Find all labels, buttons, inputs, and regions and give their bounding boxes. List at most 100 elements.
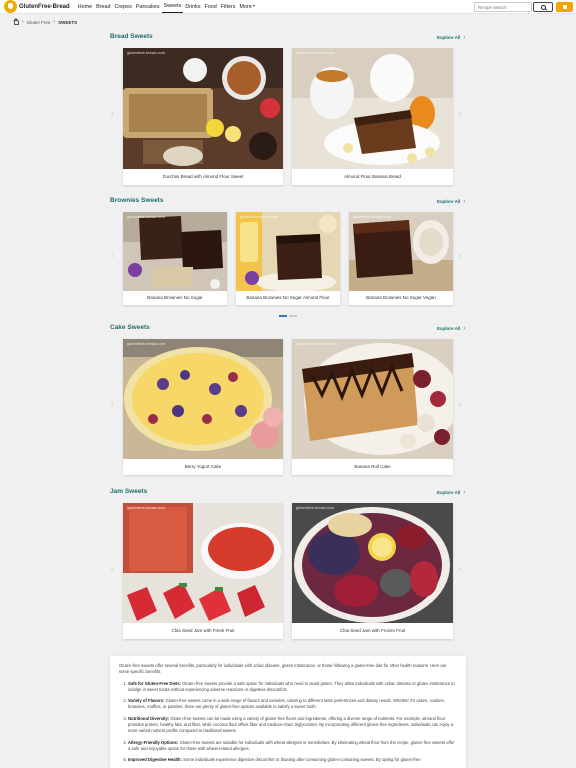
carousel-next-icon[interactable]: ›	[459, 111, 461, 118]
chevron-right-icon: ›	[463, 490, 466, 496]
recipe-title[interactable]: Banana Brownies No Sugar Vegan	[349, 291, 453, 305]
main-menu: Home Bread Crepes Pancakes Sweets Drinks…	[76, 0, 257, 14]
recipe-title[interactable]: Banana Roll Cake	[292, 459, 453, 475]
carousel-dot[interactable]	[279, 315, 287, 317]
carousel-pagination	[279, 315, 299, 317]
recipe-title[interactable]: Almond Flour Banana Bread	[292, 169, 453, 185]
site-logo[interactable]: GlutenFree-Bread	[4, 0, 70, 14]
section-title-brownies: Brownies Sweets	[110, 197, 164, 204]
benefit-title: Variety of Flavors:	[128, 698, 165, 704]
carousel-next-icon[interactable]: ›	[459, 253, 461, 260]
benefit-item: Safe for Gluten-Free Diets: Gluten-free …	[128, 681, 457, 694]
benefit-text: Gluten-free sweets come in a wide range …	[128, 698, 445, 710]
recipe-title[interactable]: Banana Brownies No Sugar	[123, 291, 227, 305]
menu-item-filters[interactable]: Filters	[219, 0, 238, 14]
chevron-right-icon: ›	[53, 19, 56, 25]
carousel-prev-icon[interactable]: ‹	[111, 111, 113, 118]
explore-all-label: Explore All	[437, 326, 461, 331]
benefits-list: Safe for Gluten-Free Diets: Gluten-free …	[128, 681, 457, 764]
explore-all-label: Explore All	[437, 490, 461, 495]
recipe-card[interactable]: glutenfree-bread.com Zucchini Bread with…	[123, 48, 283, 185]
sweets-benefits-box: Gluten-free sweets offer several benefit…	[110, 656, 466, 768]
recipe-title[interactable]: Chia Seed Jam with Frozen Fruit	[292, 623, 453, 639]
bag-icon	[562, 5, 567, 9]
carousel-next-icon[interactable]: ›	[459, 402, 461, 409]
recipe-image: glutenfree-bread.com	[123, 339, 283, 459]
search-bar	[474, 2, 573, 12]
benefit-title: Improved Digestive Health:	[128, 757, 182, 763]
recipe-card[interactable]: glutenfree-bread.com Banana Roll Cake	[292, 339, 453, 475]
menu-item-drinks[interactable]: Drinks	[183, 0, 202, 14]
watermark: glutenfree-bread.com	[353, 214, 392, 219]
watermark: glutenfree-bread.com	[127, 214, 166, 219]
logo-text: GlutenFree-Bread	[19, 3, 70, 10]
recipe-image: glutenfree-bread.com	[292, 48, 453, 169]
menu-item-more-label: More	[239, 3, 252, 10]
recipe-image: glutenfree-bread.com	[349, 212, 453, 291]
chevron-right-icon: ›	[463, 326, 466, 332]
section-title-cake: Cake Sweets	[110, 324, 150, 331]
watermark: glutenfree-bread.com	[296, 505, 335, 510]
benefit-item: Allergy-Friendly Options: Gluten-free sw…	[128, 740, 457, 753]
search-input[interactable]	[474, 2, 532, 12]
recipe-card[interactable]: glutenfree-bread.com Chia Seed Jam with …	[123, 503, 283, 639]
menu-item-food[interactable]: Food	[203, 0, 219, 14]
recipe-card[interactable]: glutenfree-bread.com Banana Brownies No …	[236, 212, 340, 305]
carousel-prev-icon[interactable]: ‹	[111, 566, 113, 573]
section-title-jam: Jam Sweets	[110, 488, 148, 495]
benefits-intro: Gluten-free sweets offer several benefit…	[119, 663, 447, 675]
section-title-bread: Bread Sweets	[110, 33, 153, 40]
recipe-image: glutenfree-bread.com	[123, 212, 227, 291]
explore-all-brownies[interactable]: Explore All ›	[437, 199, 465, 205]
benefit-item: Variety of Flavors: Gluten-free sweets c…	[128, 698, 457, 711]
recipe-title[interactable]: Banana Brownies No Sugar Almond Flour	[236, 291, 340, 305]
watermark: glutenfree-bread.com	[127, 341, 166, 346]
chevron-right-icon: ›	[463, 199, 466, 205]
top-navbar: GlutenFree-Bread Home Bread Crepes Panca…	[0, 0, 576, 14]
explore-all-label: Explore All	[437, 199, 461, 204]
recipe-title[interactable]: Zucchini Bread with Almond Flour Sweet	[123, 169, 283, 185]
watermark: glutenfree-bread.com	[296, 341, 335, 346]
carousel-prev-icon[interactable]: ‹	[111, 253, 113, 260]
breadcrumb-current: SWEETS	[58, 19, 78, 25]
recipe-image: glutenfree-bread.com	[236, 212, 340, 291]
explore-all-bread[interactable]: Explore All ›	[437, 35, 465, 41]
recipe-image: glutenfree-bread.com	[123, 503, 283, 623]
benefit-title: Safe for Gluten-Free Diets:	[128, 680, 182, 686]
explore-all-jam[interactable]: Explore All ›	[437, 490, 465, 496]
carousel-next-icon[interactable]: ›	[459, 566, 461, 573]
breadcrumb-parent[interactable]: Gluten Free	[27, 20, 51, 25]
benefit-title: Nutritional Diversity:	[128, 715, 170, 721]
watermark: glutenfree-bread.com	[296, 50, 335, 55]
carousel-prev-icon[interactable]: ‹	[111, 402, 113, 409]
recipe-card[interactable]: glutenfree-bread.com Banana Brownies No …	[123, 212, 227, 305]
recipe-title[interactable]: Chia Seed Jam with Fresh Fruit	[123, 623, 283, 639]
home-icon[interactable]	[13, 17, 19, 25]
benefit-text: Some individuals experience digestive di…	[183, 757, 421, 763]
recipe-card[interactable]: glutenfree-bread.com Banana Brownies No …	[349, 212, 453, 305]
explore-all-label: Explore All	[437, 35, 461, 40]
chevron-down-icon	[252, 4, 255, 7]
menu-item-pancakes[interactable]: Pancakes	[134, 0, 162, 14]
menu-item-crepes[interactable]: Crepes	[112, 0, 133, 14]
recipe-card[interactable]: glutenfree-bread.com Chia Seed Jam with …	[292, 503, 453, 639]
recipe-image: glutenfree-bread.com	[292, 503, 453, 623]
menu-item-bread[interactable]: Bread	[94, 0, 112, 14]
recipe-card[interactable]: glutenfree-bread.com Almond Flour Banana…	[292, 48, 453, 185]
cart-button[interactable]	[556, 2, 573, 12]
chevron-right-icon: ›	[463, 35, 466, 41]
benefit-text: Gluten-free sweets can be made using a v…	[128, 715, 454, 734]
benefit-item: Improved Digestive Health: Some individu…	[128, 757, 457, 763]
watermark: glutenfree-bread.com	[127, 505, 166, 510]
carousel-dot[interactable]	[289, 315, 297, 317]
watermark: glutenfree-bread.com	[127, 50, 166, 55]
explore-all-cake[interactable]: Explore All ›	[437, 326, 465, 332]
menu-item-sweets[interactable]: Sweets	[161, 0, 184, 13]
menu-item-more[interactable]: More	[238, 0, 257, 14]
search-button[interactable]	[533, 2, 553, 12]
recipe-title[interactable]: Berry Yogurt Cake	[123, 459, 283, 475]
recipe-card[interactable]: glutenfree-bread.com Berry Yogurt Cake	[123, 339, 283, 475]
menu-item-home[interactable]: Home	[76, 0, 94, 14]
benefit-title: Allergy-Friendly Options:	[128, 739, 179, 745]
logo-icon	[4, 0, 17, 13]
